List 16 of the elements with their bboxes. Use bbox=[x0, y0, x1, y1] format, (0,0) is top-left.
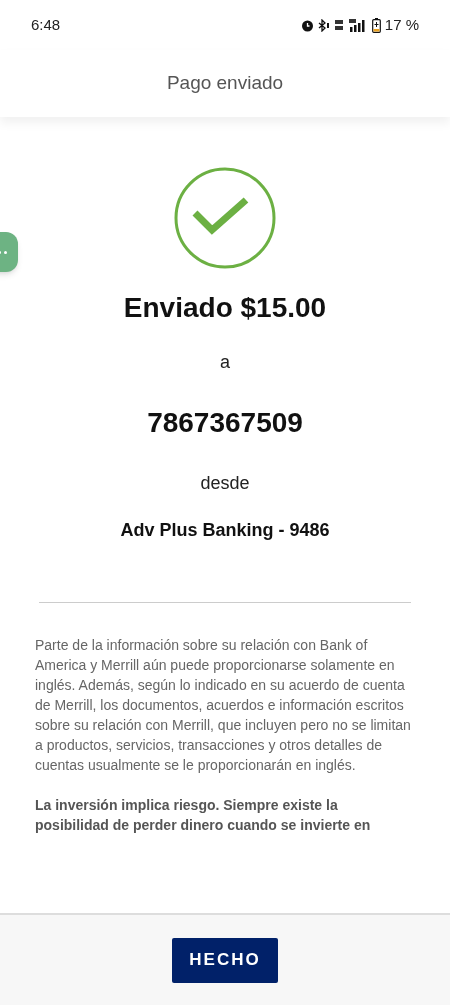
from-label: desde bbox=[200, 472, 250, 495]
battery-percentage: 17 % bbox=[384, 14, 419, 35]
checkmark-circle-icon bbox=[174, 167, 276, 269]
signal-icon bbox=[347, 18, 368, 32]
alarm-icon bbox=[300, 18, 314, 32]
amount-sent: Enviado $15.00 bbox=[123, 291, 327, 325]
battery-icon bbox=[371, 17, 381, 33]
done-button[interactable]: HECHO bbox=[172, 937, 278, 983]
recipient-number: 7867367509 bbox=[147, 406, 303, 440]
disclaimer-paragraph: La inversión implica riesgo. Siempre existe la posibilidad de perder dinero cuando se invierte en bbox=[35, 796, 372, 835]
status-time: 6:48 bbox=[31, 14, 61, 35]
bluetooth-icon bbox=[317, 18, 330, 32]
screen-title: Pago enviado bbox=[166, 71, 284, 96]
disclaimer-paragraph: Parte de la información sobre su relación con Bank of America y Merrill aún puede proporcionarse solamente en inglés. Además, según lo indicado en su acuerdo de cuenta de Merrill, los documentos, acuerdos e información escritos sobre su relación con Merrill, que incluyen pero no se limitan a productos, servicios, transacciones y otros detalles de cuentas usualmente se le proporcionarán en inglés. bbox=[35, 636, 412, 775]
to-label: a bbox=[220, 351, 230, 374]
account-name: Adv Plus Banking - 9486 bbox=[120, 519, 330, 542]
